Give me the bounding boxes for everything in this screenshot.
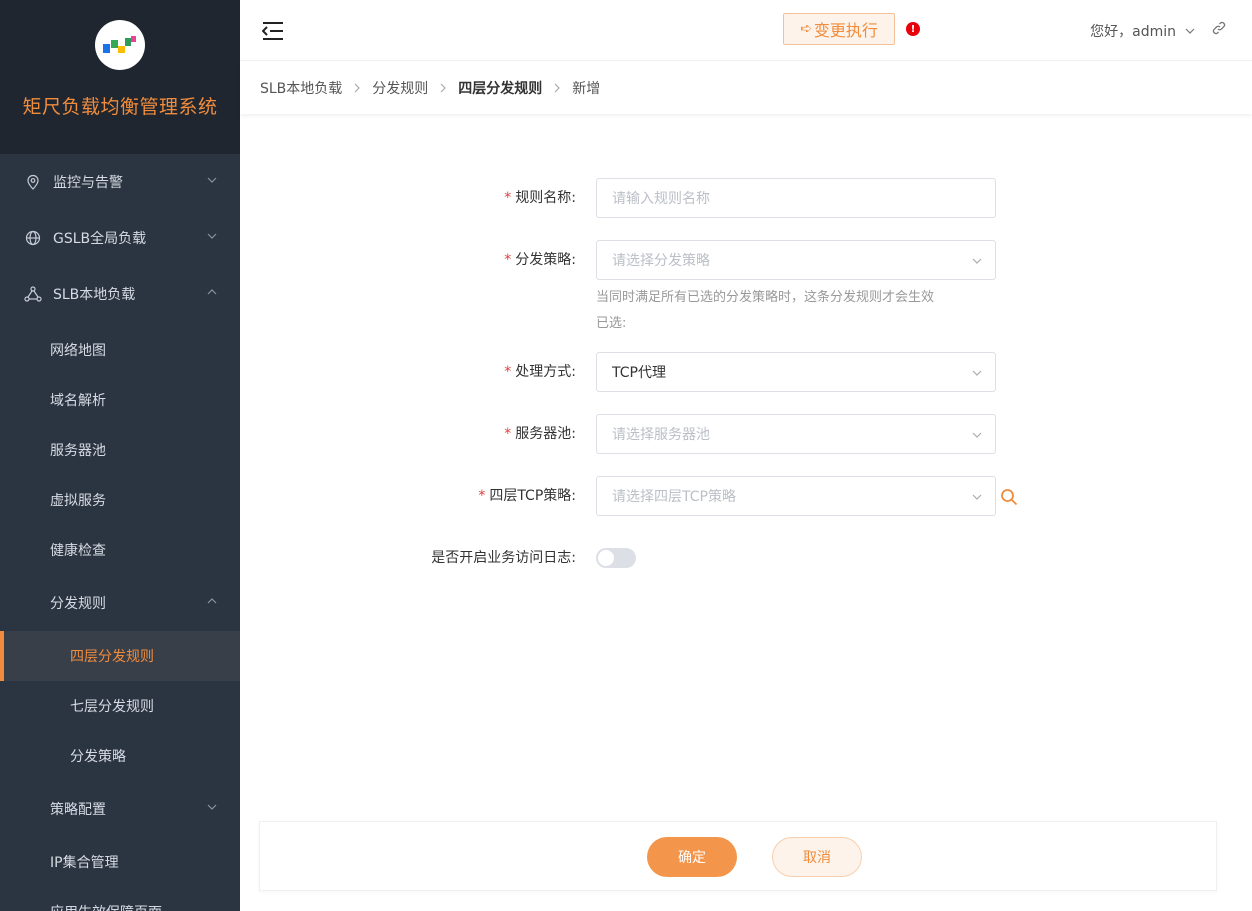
execute-arrow-icon: ➪ [800, 21, 812, 37]
sidebar-item-label: 策略配置 [50, 802, 106, 818]
tcp-policy-label: * 四层TCP策略: [478, 488, 576, 504]
rule-name-input[interactable]: 请输入规则名称 [596, 178, 996, 218]
chevron-up-icon [207, 289, 217, 295]
sidebar-item-dns[interactable]: 域名解析 [0, 375, 240, 425]
rule-name-placeholder: 请输入规则名称 [612, 191, 710, 207]
sidebar-item-dispatch-rules[interactable]: 分发规则 [0, 575, 240, 631]
globe-icon [24, 229, 42, 247]
chevron-right-icon [352, 83, 362, 93]
toggle-knob [598, 550, 614, 566]
chevron-down-icon [972, 494, 982, 500]
change-execute-label: 变更执行 [813, 21, 878, 40]
strategy-placeholder: 请选择分发策略 [612, 253, 710, 269]
rule-form: * 规则名称: 请输入规则名称 * 分发策略: 请选择分发策略 当同时满足所有已选的… [240, 114, 1252, 814]
alert-icon[interactable]: ! [906, 22, 920, 36]
pool-placeholder: 请选择服务器池 [612, 427, 710, 443]
brand: 矩尺负载均衡管理系统 [0, 0, 240, 154]
sidebar-item-dispatch-strategy[interactable]: 分发策略 [0, 731, 240, 781]
sidebar-item-label: 应用生效保障页面 [50, 902, 162, 911]
sidebar-item-virtual-service[interactable]: 虚拟服务 [0, 475, 240, 525]
rule-name-label: * 规则名称: [504, 190, 576, 206]
sidebar-item-label: 分发规则 [50, 596, 106, 612]
confirm-button[interactable]: 确定 [647, 837, 737, 877]
sidebar-item-l4-rules[interactable]: 四层分发规则 [0, 631, 240, 681]
chevron-right-icon [552, 83, 562, 93]
sidebar-item-policy-config[interactable]: 策略配置 [0, 781, 240, 837]
search-icon[interactable] [1000, 488, 1018, 506]
form-row-access-log: 是否开启业务访问日志: [240, 538, 1252, 578]
mode-value: TCP代理 [612, 365, 666, 381]
sidebar-item-label: 网络地图 [50, 343, 106, 359]
sidebar: 矩尺负载均衡管理系统 监控与告警 GSLB全局负载 SLB本地负载 网络地图 域… [0, 0, 240, 911]
breadcrumb-item[interactable]: 分发规则 [372, 78, 428, 98]
sidebar-item-label: 服务器池 [50, 443, 106, 459]
tcp-policy-select[interactable]: 请选择四层TCP策略 [596, 476, 996, 516]
sidebar-item-label: SLB本地负载 [53, 287, 136, 303]
tcp-policy-placeholder: 请选择四层TCP策略 [612, 489, 736, 505]
cancel-button[interactable]: 取消 [772, 837, 862, 877]
pool-select[interactable]: 请选择服务器池 [596, 414, 996, 454]
sidebar-menu: 监控与告警 GSLB全局负载 SLB本地负载 网络地图 域名解析 服务器池 虚拟… [0, 154, 240, 911]
sidebar-item-label: IP集合管理 [50, 855, 119, 871]
sidebar-item-label: 健康检查 [50, 543, 106, 559]
sidebar-item-slb[interactable]: SLB本地负载 [0, 266, 240, 322]
form-row-pool: * 服务器池: 请选择服务器池 [240, 414, 1252, 454]
chevron-right-icon [438, 83, 448, 93]
form-footer: 确定 取消 [259, 821, 1217, 891]
sidebar-item-label: GSLB全局负载 [53, 231, 147, 247]
chevron-down-icon [972, 258, 982, 264]
chevron-down-icon [1185, 28, 1195, 34]
chevron-down-icon [207, 233, 217, 239]
form-row-mode: * 处理方式: TCP代理 [240, 352, 1252, 392]
strategy-selected-label: 已选: [596, 316, 627, 331]
chevron-down-icon [972, 370, 982, 376]
sidebar-item-label: 七层分发规则 [70, 699, 154, 715]
chevron-down-icon [207, 177, 217, 183]
sidebar-item-gslb[interactable]: GSLB全局负载 [0, 210, 240, 266]
mode-label: * 处理方式: [504, 364, 576, 380]
link-icon[interactable] [1212, 21, 1226, 35]
network-nodes-icon [24, 285, 42, 303]
sidebar-item-label: 四层分发规则 [70, 649, 154, 665]
sidebar-item-ip-sets[interactable]: IP集合管理 [0, 837, 240, 887]
app-title: 矩尺负载均衡管理系统 [22, 96, 218, 118]
sidebar-item-label: 监控与告警 [53, 175, 123, 191]
change-execute-button[interactable]: ➪ 变更执行 [783, 13, 895, 45]
sidebar-item-l7-rules[interactable]: 七层分发规则 [0, 681, 240, 731]
user-menu[interactable]: 您好，admin [1090, 21, 1196, 41]
breadcrumb: SLB本地负载 分发规则 四层分发规则 新增 [240, 60, 1252, 114]
location-pin-icon [24, 173, 42, 191]
sidebar-item-label: 分发策略 [70, 749, 126, 765]
logo [95, 20, 145, 70]
form-row-rule-name: * 规则名称: 请输入规则名称 [240, 178, 1252, 218]
pool-label: * 服务器池: [504, 426, 576, 442]
user-greeting: 您好，admin [1090, 24, 1176, 40]
sidebar-item-server-pool[interactable]: 服务器池 [0, 425, 240, 475]
access-log-toggle[interactable] [596, 548, 636, 568]
sidebar-item-network-map[interactable]: 网络地图 [0, 325, 240, 375]
chevron-down-icon [207, 804, 217, 810]
top-header: ➪ 变更执行 ! 您好，admin [240, 0, 1252, 60]
strategy-hint: 当同时满足所有已选的分发策略时，这条分发规则才会生效 [596, 290, 935, 305]
breadcrumb-item[interactable]: 四层分发规则 [458, 78, 542, 98]
sidebar-item-app-guarantee[interactable]: 应用生效保障页面 [0, 887, 240, 911]
form-row-tcp-policy: * 四层TCP策略: 请选择四层TCP策略 [240, 476, 1252, 516]
sidebar-item-health-check[interactable]: 健康检查 [0, 525, 240, 575]
breadcrumb-current: 新增 [572, 80, 601, 97]
chevron-up-icon [207, 598, 217, 604]
breadcrumb-item[interactable]: SLB本地负载 [260, 78, 342, 98]
collapse-menu-icon[interactable] [262, 21, 284, 41]
strategy-select[interactable]: 请选择分发策略 [596, 240, 996, 280]
sidebar-item-label: 域名解析 [50, 393, 106, 409]
sidebar-item-monitoring[interactable]: 监控与告警 [0, 154, 240, 210]
form-row-strategy: * 分发策略: 请选择分发策略 [240, 240, 1252, 280]
chevron-down-icon [972, 432, 982, 438]
mode-select[interactable]: TCP代理 [596, 352, 996, 392]
access-log-label: 是否开启业务访问日志: [431, 550, 576, 566]
sidebar-item-label: 虚拟服务 [50, 493, 106, 509]
strategy-label: * 分发策略: [504, 252, 576, 268]
